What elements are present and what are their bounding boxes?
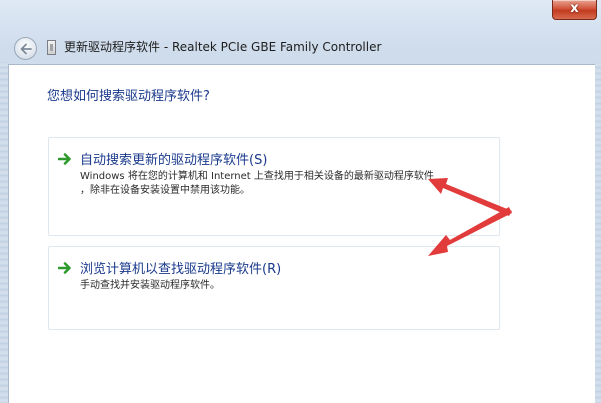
frame-left-edge (0, 62, 8, 403)
green-arrow-icon (58, 153, 71, 165)
option-auto-search[interactable]: 自动搜索更新的驱动程序软件(S) Windows 将在您的计算机和 Intern… (48, 137, 500, 236)
back-arrow-icon (20, 43, 32, 55)
back-button[interactable] (14, 37, 37, 60)
option-auto-search-desc-line-2: ，除非在设备安装设置中禁用该功能。 (80, 185, 250, 196)
option-browse-computer-desc-line-1: 手动查找并安装驱动程序软件。 (80, 280, 220, 291)
option-auto-search-description: Windows 将在您的计算机和 Internet 上查找用于相关设备的最新驱动… (80, 170, 500, 198)
option-auto-search-desc-line-1: Windows 将在您的计算机和 Internet 上查找用于相关设备的最新驱动… (80, 171, 434, 182)
wizard-content: 您想如何搜索驱动程序软件? 自动搜索更新的驱动程序软件(S) Windows 将… (8, 64, 595, 403)
option-browse-computer-description: 手动查找并安装驱动程序软件。 (80, 279, 500, 293)
window-title: 更新驱动程序软件 - Realtek PCIe GBE Family Contr… (64, 40, 382, 54)
device-icon (47, 40, 56, 55)
option-auto-search-title: 自动搜索更新的驱动程序软件(S) (80, 153, 268, 168)
option-browse-computer-title: 浏览计算机以查找驱动程序软件(R) (80, 262, 282, 277)
green-arrow-icon (58, 262, 71, 274)
option-browse-computer[interactable]: 浏览计算机以查找驱动程序软件(R) 手动查找并安装驱动程序软件。 (48, 246, 500, 330)
close-icon: x (570, 1, 579, 16)
window-frame: x 更新驱动程序软件 - Realtek PCIe GBE Family Con… (0, 0, 601, 403)
search-question-heading: 您想如何搜索驱动程序软件? (47, 89, 210, 104)
frame-right-edge (595, 62, 601, 403)
close-button[interactable]: x (552, 0, 597, 20)
